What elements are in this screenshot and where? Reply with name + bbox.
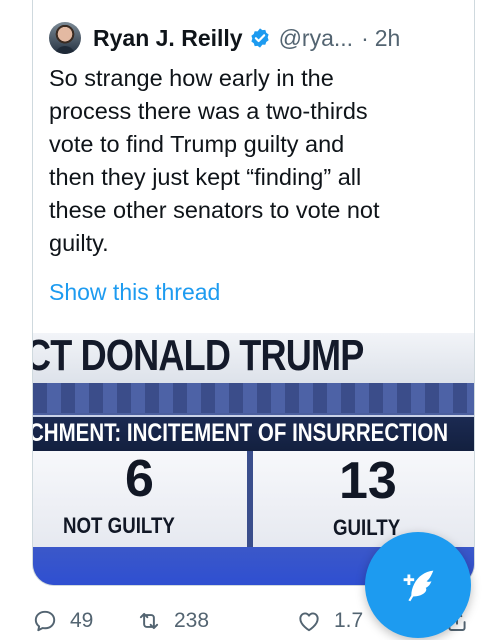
retweet-button[interactable]: 238 bbox=[136, 603, 209, 639]
like-button[interactable]: 1.7 bbox=[296, 603, 363, 639]
not-guilty-label: NOT GUILTY bbox=[63, 513, 175, 538]
separator-dot: · bbox=[361, 24, 369, 51]
author-handle[interactable]: @rya... bbox=[279, 25, 353, 52]
retweet-icon bbox=[139, 612, 159, 630]
heart-icon bbox=[299, 612, 319, 632]
compose-tweet-icon bbox=[403, 570, 434, 602]
reply-icon bbox=[34, 610, 56, 632]
tv-stripe bbox=[33, 383, 474, 413]
guilty-label: GUILTY bbox=[333, 515, 401, 540]
like-count: 1.7 bbox=[334, 609, 364, 632]
guilty-count: 13 bbox=[339, 452, 397, 510]
timestamp[interactable]: 2h bbox=[375, 25, 401, 52]
tv-subheadline-text: CHMENT: INCITEMENT OF INSURRECTION bbox=[33, 419, 449, 447]
quoted-tweet-text: So strange how early in the process ther… bbox=[49, 65, 380, 256]
quoted-tweet-card[interactable]: Ryan J. Reilly @rya... · 2h So strange h… bbox=[32, 0, 475, 586]
not-guilty-count: 6 bbox=[125, 450, 154, 508]
tv-subheadline-bar: CHMENT: INCITEMENT OF INSURRECTION bbox=[33, 415, 474, 453]
reply-count: 49 bbox=[70, 609, 94, 632]
quoted-tweet-header: Ryan J. Reilly @rya... · 2h bbox=[49, 20, 464, 56]
tweet-screen: Ryan J. Reilly @rya... · 2h So strange h… bbox=[0, 0, 503, 640]
retweet-count: 238 bbox=[174, 609, 210, 632]
verified-badge-icon bbox=[250, 28, 269, 48]
reply-button[interactable]: 49 bbox=[32, 603, 93, 639]
vote-divider bbox=[247, 451, 253, 547]
tv-headline-text: CT DONALD TRUMP bbox=[33, 333, 364, 380]
tv-headline-bar: CT DONALD TRUMP bbox=[33, 333, 474, 383]
show-thread-link[interactable]: Show this thread bbox=[49, 279, 220, 306]
compose-tweet-button[interactable] bbox=[365, 532, 471, 638]
author-name[interactable]: Ryan J. Reilly bbox=[93, 25, 243, 52]
avatar[interactable] bbox=[49, 22, 81, 54]
